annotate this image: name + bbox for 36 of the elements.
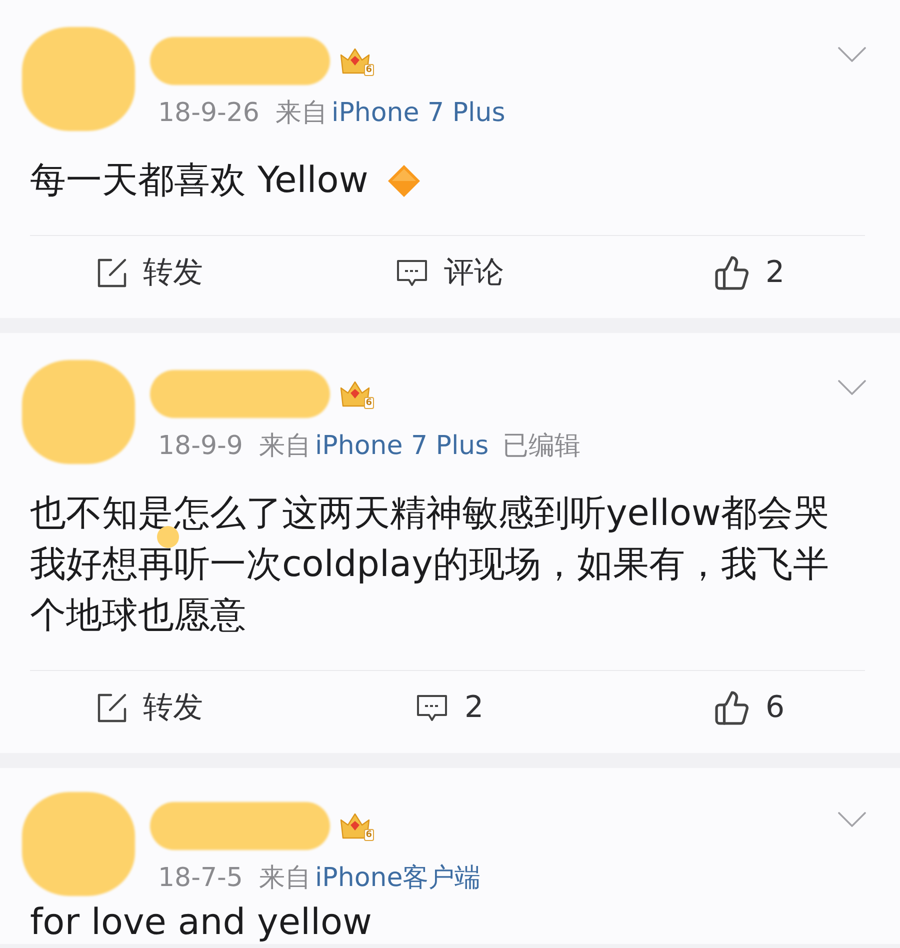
post-time: 18-7-5	[158, 862, 243, 895]
crown-icon	[340, 381, 370, 407]
level-number: 6	[364, 64, 374, 76]
more-options-button[interactable]	[838, 812, 866, 827]
share-icon	[97, 693, 127, 723]
like-button[interactable]: 6	[715, 690, 785, 726]
comment-icon	[416, 694, 448, 722]
comment-button[interactable]: 评论	[396, 255, 504, 291]
more-options-button[interactable]	[838, 380, 866, 395]
comment-icon	[396, 259, 428, 287]
post-text: 每一天都喜欢 Yellow	[30, 159, 368, 203]
like-button[interactable]: 2	[715, 255, 785, 291]
source-link[interactable]: iPhone客户端	[314, 860, 481, 896]
post-time: 18-9-9	[158, 430, 243, 463]
source-link[interactable]: iPhone 7 Plus	[331, 95, 506, 131]
level-number: 6	[364, 829, 374, 841]
post-time: 18-9-26	[158, 97, 260, 130]
repost-button[interactable]: 转发	[97, 255, 203, 291]
source-prefix: 来自	[275, 97, 328, 130]
crown-icon	[340, 813, 370, 839]
post-text: for love and yellow	[30, 902, 372, 944]
thumbs-up-icon	[715, 691, 750, 725]
chevron-down-icon	[838, 380, 866, 395]
chevron-down-icon	[838, 47, 866, 62]
share-icon	[97, 258, 127, 288]
crown-icon	[340, 48, 370, 74]
more-options-button[interactable]	[838, 47, 866, 62]
level-number: 6	[364, 397, 374, 409]
repost-button[interactable]: 转发	[97, 690, 203, 726]
source-prefix: 来自	[258, 862, 311, 895]
edited-label: 已编辑	[502, 430, 581, 463]
source-prefix: 来自	[258, 430, 311, 463]
comment-button[interactable]: 2	[416, 690, 484, 726]
chevron-down-icon	[838, 812, 866, 827]
source-link[interactable]: iPhone 7 Plus	[314, 428, 489, 464]
thumbs-up-icon	[715, 256, 750, 290]
